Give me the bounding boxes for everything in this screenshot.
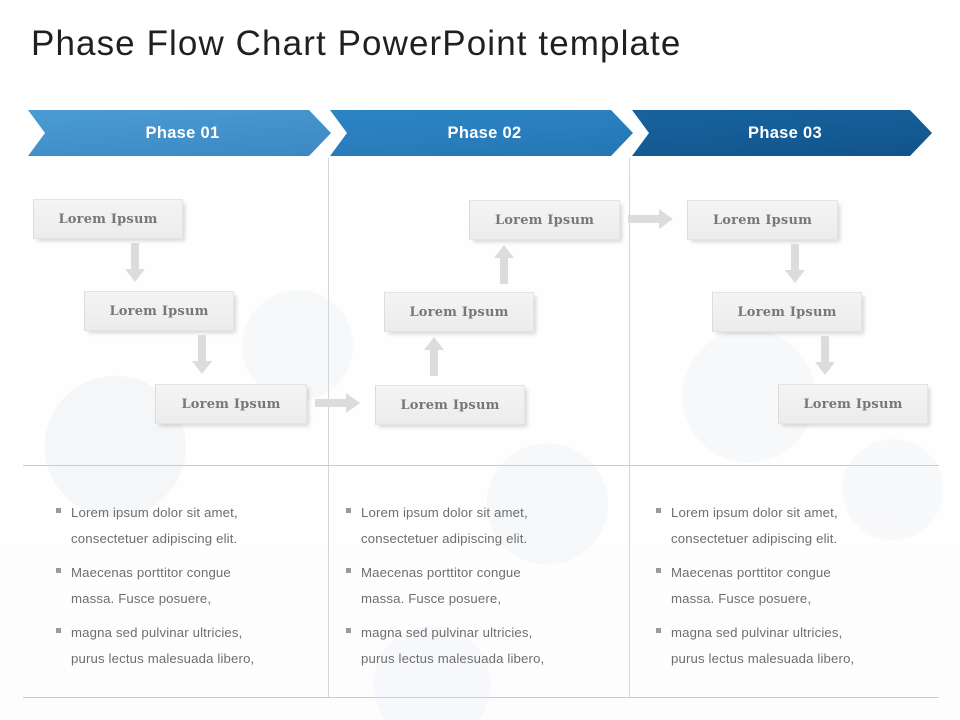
list-item: Lorem ipsum dolor sit amet, consectetuer…: [656, 500, 906, 552]
phase2-bullet-2-text: Maecenas porttitor congue massa. Fusce p…: [361, 565, 521, 606]
phase1-step-2[interactable]: Lorem Ipsum: [84, 291, 234, 331]
phase3-step-3-label: Lorem Ipsum: [803, 396, 903, 412]
phase2-bullet-3-text: magna sed pulvinar ultricies, purus lect…: [361, 625, 545, 666]
column-divider-2: [629, 158, 630, 697]
phase1-arrow-2-down-icon: [192, 335, 212, 375]
phase1-step-2-label: Lorem Ipsum: [109, 303, 209, 319]
phase2-arrow-1-up-icon: [424, 336, 444, 376]
phase3-bullet-list: Lorem ipsum dolor sit amet, consectetuer…: [656, 500, 906, 680]
phase-banner-label-3: Phase 03: [748, 123, 822, 142]
phase3-arrow-2-down-icon: [815, 336, 835, 376]
bullet-square-icon: [56, 508, 61, 513]
page-title: Phase Flow Chart PowerPoint template: [31, 24, 682, 63]
list-item: magna sed pulvinar ultricies, purus lect…: [656, 620, 906, 672]
phase2-step-3[interactable]: Lorem Ipsum: [469, 200, 620, 240]
bullet-square-icon: [56, 568, 61, 573]
content-divider-top: [23, 465, 939, 466]
phase3-step-3[interactable]: Lorem Ipsum: [778, 384, 928, 424]
column-divider-1: [328, 158, 329, 697]
phase1-arrow-1-down-icon: [125, 243, 145, 283]
phase3-bullet-1-text: Lorem ipsum dolor sit amet, consectetuer…: [671, 505, 838, 546]
list-item: Lorem ipsum dolor sit amet, consectetuer…: [56, 500, 306, 552]
content-divider-bottom: [23, 697, 939, 698]
phase2-to-phase3-arrow-right-icon: [628, 209, 673, 229]
phase1-bullet-list: Lorem ipsum dolor sit amet, consectetuer…: [56, 500, 306, 680]
phase2-step-3-label: Lorem Ipsum: [494, 212, 595, 228]
phase3-step-1-label: Lorem Ipsum: [712, 212, 813, 228]
bullet-square-icon: [56, 628, 61, 633]
phase3-arrow-1-down-icon: [785, 244, 805, 284]
list-item: Maecenas porttitor congue massa. Fusce p…: [56, 560, 306, 612]
phase3-bullet-3-text: magna sed pulvinar ultricies, purus lect…: [671, 625, 855, 666]
slide-canvas: Phase Flow Chart PowerPoint template Pha…: [0, 0, 960, 720]
phase1-step-1[interactable]: Lorem Ipsum: [33, 199, 183, 239]
phase2-step-2-label: Lorem Ipsum: [409, 304, 509, 320]
phase-banner-3[interactable]: Phase 03: [632, 110, 932, 156]
bullet-square-icon: [346, 568, 351, 573]
phase2-step-1[interactable]: Lorem Ipsum: [375, 385, 525, 425]
phase-banner-1[interactable]: Phase 01: [28, 110, 331, 156]
bullet-square-icon: [656, 628, 661, 633]
phase1-bullet-2-text: Maecenas porttitor congue massa. Fusce p…: [71, 565, 231, 606]
phase1-step-1-label: Lorem Ipsum: [58, 211, 158, 227]
phase-banner-label-1: Phase 01: [145, 123, 220, 142]
phase1-bullet-1-text: Lorem ipsum dolor sit amet, consectetuer…: [71, 505, 238, 546]
bullet-square-icon: [346, 508, 351, 513]
phase1-to-phase2-arrow-right-icon: [315, 393, 360, 413]
list-item: Maecenas porttitor congue massa. Fusce p…: [656, 560, 906, 612]
phase1-bullet-3-text: magna sed pulvinar ultricies, purus lect…: [71, 625, 255, 666]
phase3-bullet-2-text: Maecenas porttitor congue massa. Fusce p…: [671, 565, 831, 606]
phase-banner-label-2: Phase 02: [447, 123, 522, 142]
phase1-step-3[interactable]: Lorem Ipsum: [155, 384, 307, 424]
bullet-square-icon: [656, 508, 661, 513]
phase2-step-2[interactable]: Lorem Ipsum: [384, 292, 534, 332]
phase3-step-1[interactable]: Lorem Ipsum: [687, 200, 838, 240]
bullet-square-icon: [656, 568, 661, 573]
phase3-step-2-label: Lorem Ipsum: [737, 304, 837, 320]
phase2-step-1-label: Lorem Ipsum: [400, 397, 500, 413]
list-item: magna sed pulvinar ultricies, purus lect…: [56, 620, 306, 672]
list-item: Maecenas porttitor congue massa. Fusce p…: [346, 560, 596, 612]
phase2-bullet-list: Lorem ipsum dolor sit amet, consectetuer…: [346, 500, 596, 680]
phase-banner-2[interactable]: Phase 02: [330, 110, 633, 156]
phase3-step-2[interactable]: Lorem Ipsum: [712, 292, 862, 332]
list-item: magna sed pulvinar ultricies, purus lect…: [346, 620, 596, 672]
phase2-bullet-1-text: Lorem ipsum dolor sit amet, consectetuer…: [361, 505, 528, 546]
phase1-step-3-label: Lorem Ipsum: [181, 396, 281, 412]
phase2-arrow-2-up-icon: [494, 244, 514, 284]
list-item: Lorem ipsum dolor sit amet, consectetuer…: [346, 500, 596, 552]
bullet-square-icon: [346, 628, 351, 633]
